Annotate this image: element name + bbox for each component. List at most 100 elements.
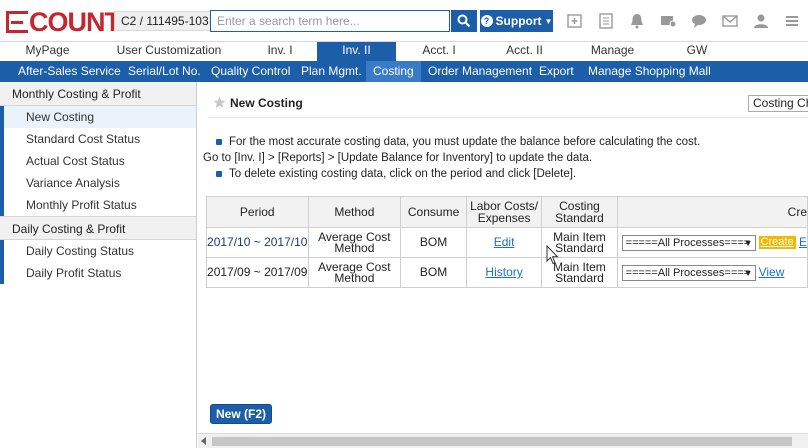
envelope-icon[interactable] — [721, 12, 739, 30]
table-row: 2017/09 ~ 2017/09 Average Cost Method BO… — [206, 257, 808, 288]
bullet-icon — [216, 139, 222, 145]
page-title: New Costing — [230, 96, 303, 110]
company-id: 111495-103 — [146, 14, 209, 28]
tab-user-customization[interactable]: User Customization — [95, 42, 243, 61]
consume-cell: BOM — [400, 257, 467, 288]
table-row: 2017/10 ~ 2017/10 Average Cost Method BO… — [206, 227, 808, 258]
extra-link[interactable]: E — [799, 235, 807, 249]
menu-order-management[interactable]: Order Management — [428, 61, 532, 82]
sidebar-item-standard-cost-status[interactable]: Standard Cost Status — [0, 128, 196, 150]
menu-quality-control[interactable]: Quality Control — [211, 61, 290, 82]
col-create[interactable]: Cre — [616, 196, 808, 228]
caret-down-icon: ▼ — [743, 237, 753, 248]
chat-icon[interactable] — [690, 12, 708, 30]
process-dropdown[interactable]: =====All Processes==== — [621, 264, 756, 281]
tab-inv-1[interactable]: Inv. I — [243, 42, 317, 61]
col-costing-standard[interactable]: Costing Standard — [541, 196, 618, 228]
support-button[interactable]: ? Support ▼ — [480, 10, 553, 32]
info-line-1: For the most accurate costing data, you … — [229, 136, 701, 148]
mail-alert-icon[interactable] — [659, 12, 677, 30]
edit-link[interactable]: Edit — [494, 235, 515, 249]
sidebar-item-daily-profit-status[interactable]: Daily Profit Status — [0, 262, 196, 284]
method-cell: Average Cost Method — [307, 257, 402, 288]
caret-down-icon: ▼ — [743, 267, 753, 278]
document-icon[interactable] — [597, 12, 615, 30]
sidebar-item-monthly-profit-status[interactable]: Monthly Profit Status — [0, 194, 196, 216]
costing-table: Period Method Consume Labor Costs/ Expen… — [206, 196, 808, 288]
menu-icon[interactable] — [783, 12, 801, 30]
bullet-icon — [216, 171, 222, 177]
info-notes: For the most accurate costing data, you … — [203, 134, 701, 182]
sidebar: Monthly Costing & Profit New Costing Sta… — [0, 82, 197, 448]
create-cell: =====All Processes====▼ Create E — [616, 227, 808, 258]
period-cell[interactable]: 2017/09 ~ 2017/09 — [206, 257, 309, 288]
consume-cell: BOM — [400, 227, 467, 258]
new-button[interactable]: New (F2) — [210, 404, 272, 424]
horizontal-scrollbar[interactable] — [198, 433, 808, 448]
bell-icon[interactable] — [628, 12, 646, 30]
tab-acct-2[interactable]: Acct. II — [482, 42, 567, 61]
ecount-logo[interactable]: COUNT — [6, 6, 121, 37]
process-value: =====All Processes==== — [625, 236, 751, 249]
logo-e-mark — [6, 11, 28, 33]
logo-text: COUNT — [29, 6, 121, 37]
tab-inv-2[interactable]: Inv. II — [317, 42, 396, 61]
sidebar-item-actual-cost-status[interactable]: Actual Cost Status — [0, 150, 196, 172]
col-method[interactable]: Method — [307, 196, 402, 228]
col-period[interactable]: Period — [206, 196, 309, 228]
tab-mypage[interactable]: MyPage — [0, 42, 95, 61]
tab-acct-1[interactable]: Acct. I — [396, 42, 482, 61]
sidebar-item-variance-analysis[interactable]: Variance Analysis — [0, 172, 196, 194]
company-selector[interactable]: C2 / 111495-103 — [114, 11, 216, 31]
menu-serial-lot[interactable]: Serial/Lot No. — [128, 61, 201, 82]
info-line-3: To delete existing costing data, click o… — [229, 168, 577, 180]
tab-manage[interactable]: Manage — [567, 42, 658, 61]
process-value: =====All Processes==== — [625, 266, 751, 279]
sidebar-item-daily-costing-status[interactable]: Daily Costing Status — [0, 240, 196, 262]
sub-menu-bar: After-Sales Service Serial/Lot No. Quali… — [0, 61, 808, 82]
top-icon-bar — [566, 12, 801, 30]
costing-check-dropdown[interactable]: Costing Ch — [748, 95, 808, 112]
tab-gw[interactable]: GW — [658, 42, 736, 61]
sidebar-group-daily[interactable]: Daily Costing & Profit — [0, 216, 196, 240]
col-create-label: Cre — [787, 205, 807, 219]
mouse-cursor-icon — [546, 245, 559, 265]
question-icon: ? — [480, 15, 493, 27]
page-header: New Costing Costing Ch — [208, 92, 808, 114]
menu-export[interactable]: Export — [539, 61, 574, 82]
history-link[interactable]: History — [485, 265, 522, 279]
search-input[interactable] — [210, 10, 450, 32]
scroll-left-icon[interactable] — [201, 437, 206, 445]
caret-down-icon: ▼ — [544, 16, 553, 26]
labor-cell: History — [465, 257, 543, 288]
create-cell: =====All Processes====▼ View — [616, 257, 808, 288]
menu-costing[interactable]: Costing — [366, 61, 421, 82]
company-code: C2 / — [121, 14, 147, 28]
menu-after-sales-service[interactable]: After-Sales Service — [18, 61, 121, 82]
top-bar: COUNT C2 / 111495-103 ? Support ▼ — [0, 0, 808, 42]
star-icon[interactable] — [213, 96, 226, 109]
search-icon — [457, 14, 471, 28]
support-label: Support — [495, 14, 542, 28]
period-cell[interactable]: 2017/10 ~ 2017/10 — [206, 227, 309, 258]
header-divider — [208, 117, 808, 118]
col-labor-costs[interactable]: Labor Costs/ Expenses — [465, 196, 543, 228]
add-window-icon[interactable] — [566, 12, 584, 30]
menu-plan-mgmt[interactable]: Plan Mgmt. — [301, 61, 362, 82]
sidebar-item-new-costing[interactable]: New Costing — [0, 106, 196, 128]
create-button[interactable]: Create — [758, 236, 796, 249]
table-header-row: Period Method Consume Labor Costs/ Expen… — [206, 196, 808, 228]
menu-manage-shopping-mall[interactable]: Manage Shopping Mall — [588, 61, 711, 82]
sidebar-group-monthly[interactable]: Monthly Costing & Profit — [0, 82, 196, 106]
view-link[interactable]: View — [759, 265, 785, 279]
col-consume[interactable]: Consume — [400, 196, 467, 228]
method-cell: Average Cost Method — [307, 227, 402, 258]
main-tab-bar: MyPage User Customization Inv. I Inv. II… — [0, 42, 808, 61]
labor-cell: Edit — [465, 227, 543, 258]
user-icon[interactable] — [752, 12, 770, 30]
scroll-thumb[interactable] — [212, 437, 792, 446]
info-line-2: Go to [Inv. I] > [Reports] > [Update Bal… — [203, 152, 593, 164]
main-content: New Costing Costing Ch For the most accu… — [198, 82, 808, 448]
process-dropdown[interactable]: =====All Processes==== — [621, 234, 756, 251]
search-button[interactable] — [451, 10, 477, 32]
